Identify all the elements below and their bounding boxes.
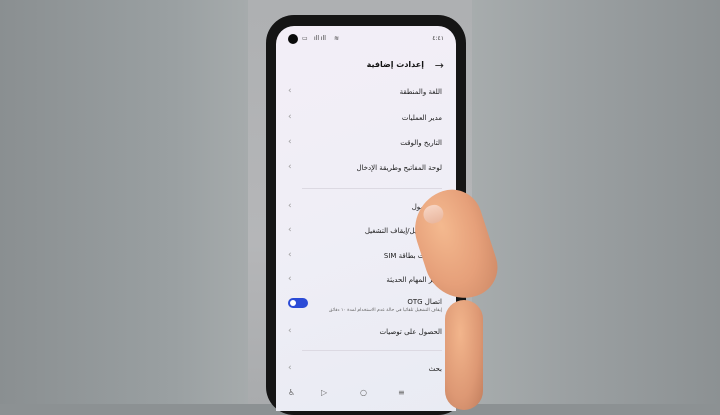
- background-left: [0, 0, 248, 404]
- camera-hole: [288, 34, 298, 44]
- fingernail: [421, 202, 446, 226]
- navigation-bar: ♿ ▷ ○ ≡: [276, 384, 456, 404]
- chevron-left-icon: ‹: [288, 225, 292, 235]
- setting-keyboard-input[interactable]: ‹ لوحة المفاتيح وطريقة الإدخال: [276, 159, 456, 181]
- setting-sublabel: إيقاف التشغيل تلقائيا في حالة عدم الاستخ…: [329, 308, 442, 313]
- divider: [302, 188, 442, 189]
- chevron-left-icon: ‹: [288, 201, 292, 211]
- accessibility-icon[interactable]: ♿: [288, 388, 295, 397]
- arrow-right-icon[interactable]: →: [435, 59, 444, 72]
- status-time: ٤:٤١: [432, 35, 444, 42]
- wifi-icon: ≋: [334, 35, 340, 42]
- home-circle-icon[interactable]: ○: [360, 388, 367, 397]
- status-bar: ▭ ıll ıll ≋ ٤:٤١: [276, 26, 456, 46]
- setting-date-time[interactable]: ‹ التاريخ والوقت: [276, 134, 456, 156]
- chevron-left-icon: ‹: [288, 86, 292, 96]
- setting-label: الحصول على توصيات: [379, 328, 443, 336]
- toggle-knob: [290, 300, 296, 306]
- setting-search[interactable]: ‹ بحث: [276, 360, 456, 382]
- page-title: إعدادت إضافية: [366, 60, 424, 69]
- chevron-left-icon: ‹: [288, 162, 292, 172]
- chevron-left-icon: ‹: [288, 137, 292, 147]
- setting-language-region[interactable]: ‹ اللغة والمنطقة: [276, 83, 456, 105]
- signal-icon: ıll ıll: [314, 35, 326, 42]
- chevron-left-icon: ‹: [288, 363, 292, 373]
- background-right: [472, 0, 720, 404]
- setting-recommendations[interactable]: ‹ الحصول على توصيات: [276, 323, 456, 345]
- menu-lines-icon[interactable]: ≡: [398, 388, 405, 397]
- setting-label: التاريخ والوقت: [400, 139, 442, 147]
- battery-icon: ▭: [302, 35, 308, 42]
- setting-label: مدير العمليات: [401, 114, 442, 122]
- chevron-left-icon: ‹: [288, 250, 292, 260]
- setting-label: اتصال OTG: [407, 298, 442, 306]
- otg-toggle[interactable]: [288, 298, 308, 308]
- setting-process-manager[interactable]: ‹ مدير العمليات: [276, 109, 456, 131]
- chevron-left-icon: ‹: [288, 274, 292, 284]
- setting-otg[interactable]: اتصال OTG إيقاف التشغيل تلقائيا في حالة …: [276, 293, 456, 319]
- chevron-left-icon: ‹: [288, 112, 292, 122]
- divider: [302, 350, 442, 351]
- setting-label: بحث: [428, 365, 442, 373]
- finger-lower: [445, 300, 483, 410]
- setting-label: اللغة والمنطقة: [399, 88, 442, 96]
- header: → إعدادت إضافية: [276, 58, 456, 74]
- back-triangle-icon[interactable]: ▷: [321, 388, 327, 397]
- setting-label: لوحة المفاتيح وطريقة الإدخال: [356, 164, 442, 172]
- chevron-left-icon: ‹: [288, 326, 292, 336]
